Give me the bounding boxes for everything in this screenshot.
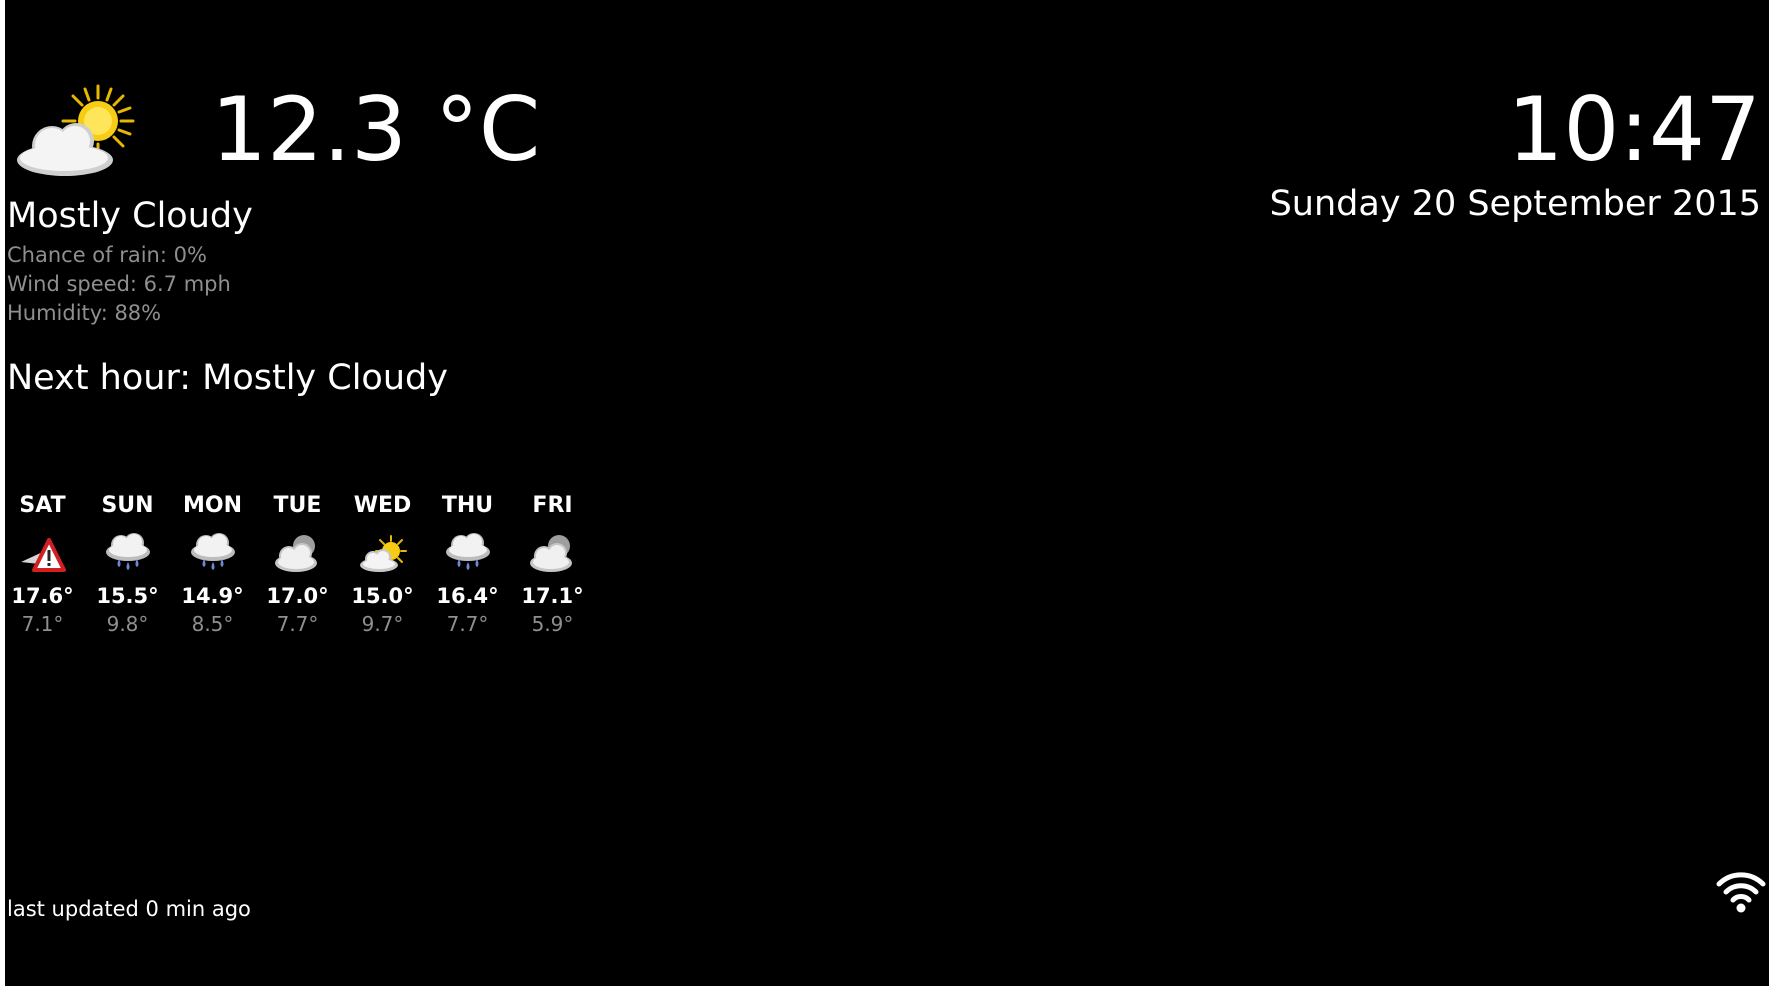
forecast-low: 9.8° — [106, 612, 149, 636]
wifi-icon — [1716, 872, 1766, 913]
forecast-low: 7.7° — [276, 612, 319, 636]
partly-cloudy-day-icon — [359, 535, 407, 572]
forecast-day-name: SAT — [19, 493, 66, 518]
rain-icon — [105, 533, 150, 570]
forecast-high: 17.1° — [521, 584, 584, 608]
forecast-day-name: WED — [353, 493, 412, 518]
current-condition: Mostly Cloudy — [7, 196, 253, 236]
forecast-high: 17.0° — [266, 584, 329, 608]
next-hour-summary: Next hour: Mostly Cloudy — [7, 358, 448, 398]
forecast-high: 15.0° — [351, 584, 414, 608]
forecast-high: 14.9° — [181, 584, 244, 608]
chance-of-rain: Chance of rain: 0% — [7, 243, 207, 267]
forecast-day-name: FRI — [532, 493, 573, 518]
clock-date: Sunday 20 September 2015 — [1269, 184, 1761, 224]
forecast-low: 7.1° — [21, 612, 64, 636]
wind-speed: Wind speed: 6.7 mph — [7, 272, 231, 296]
forecast-high: 16.4° — [436, 584, 499, 608]
rain-icon — [190, 533, 235, 570]
warning-icon — [20, 538, 66, 572]
forecast-low: 9.7° — [361, 612, 404, 636]
humidity: Humidity: 88% — [7, 301, 162, 325]
weather-dashboard: 12.3 °C Mostly Cloudy Chance of rain: 0%… — [5, 0, 1769, 986]
forecast-low: 8.5° — [191, 612, 234, 636]
forecast-day: WED 15.0° 9.7° — [340, 490, 425, 638]
forecast-day: SUN 15.5° 9.8° — [85, 490, 170, 638]
forecast-high: 17.6° — [11, 584, 74, 608]
partly-cloudy-day-icon — [17, 84, 135, 176]
forecast-day: THU 16.4° 7.7° — [425, 490, 510, 638]
forecast-high: 15.5° — [96, 584, 159, 608]
forecast-day-name: TUE — [273, 493, 322, 518]
current-temperature: 12.3 °C — [211, 78, 541, 181]
forecast-low: 5.9° — [531, 612, 574, 636]
last-updated-status: last updated 0 min ago — [7, 897, 251, 921]
forecast-day-name: THU — [441, 493, 494, 518]
forecast-low: 7.7° — [446, 612, 489, 636]
rain-icon — [445, 533, 490, 570]
forecast-day: MON 14.9° 8.5° — [170, 490, 255, 638]
forecast-day: FRI 17.1° 5.9° — [510, 490, 595, 638]
forecast-day-name: SUN — [101, 493, 154, 518]
cloudy-night-icon — [529, 535, 572, 572]
daily-forecast: SAT 17.6° 7.1° SUN 15.5° 9.8° MON 14.9° … — [5, 490, 605, 660]
forecast-day: SAT 17.6° 7.1° — [5, 490, 85, 638]
forecast-day: TUE 17.0° 7.7° — [255, 490, 340, 638]
clock-time: 10:47 — [1507, 78, 1761, 181]
cloudy-night-icon — [274, 535, 317, 572]
forecast-day-name: MON — [182, 493, 242, 518]
